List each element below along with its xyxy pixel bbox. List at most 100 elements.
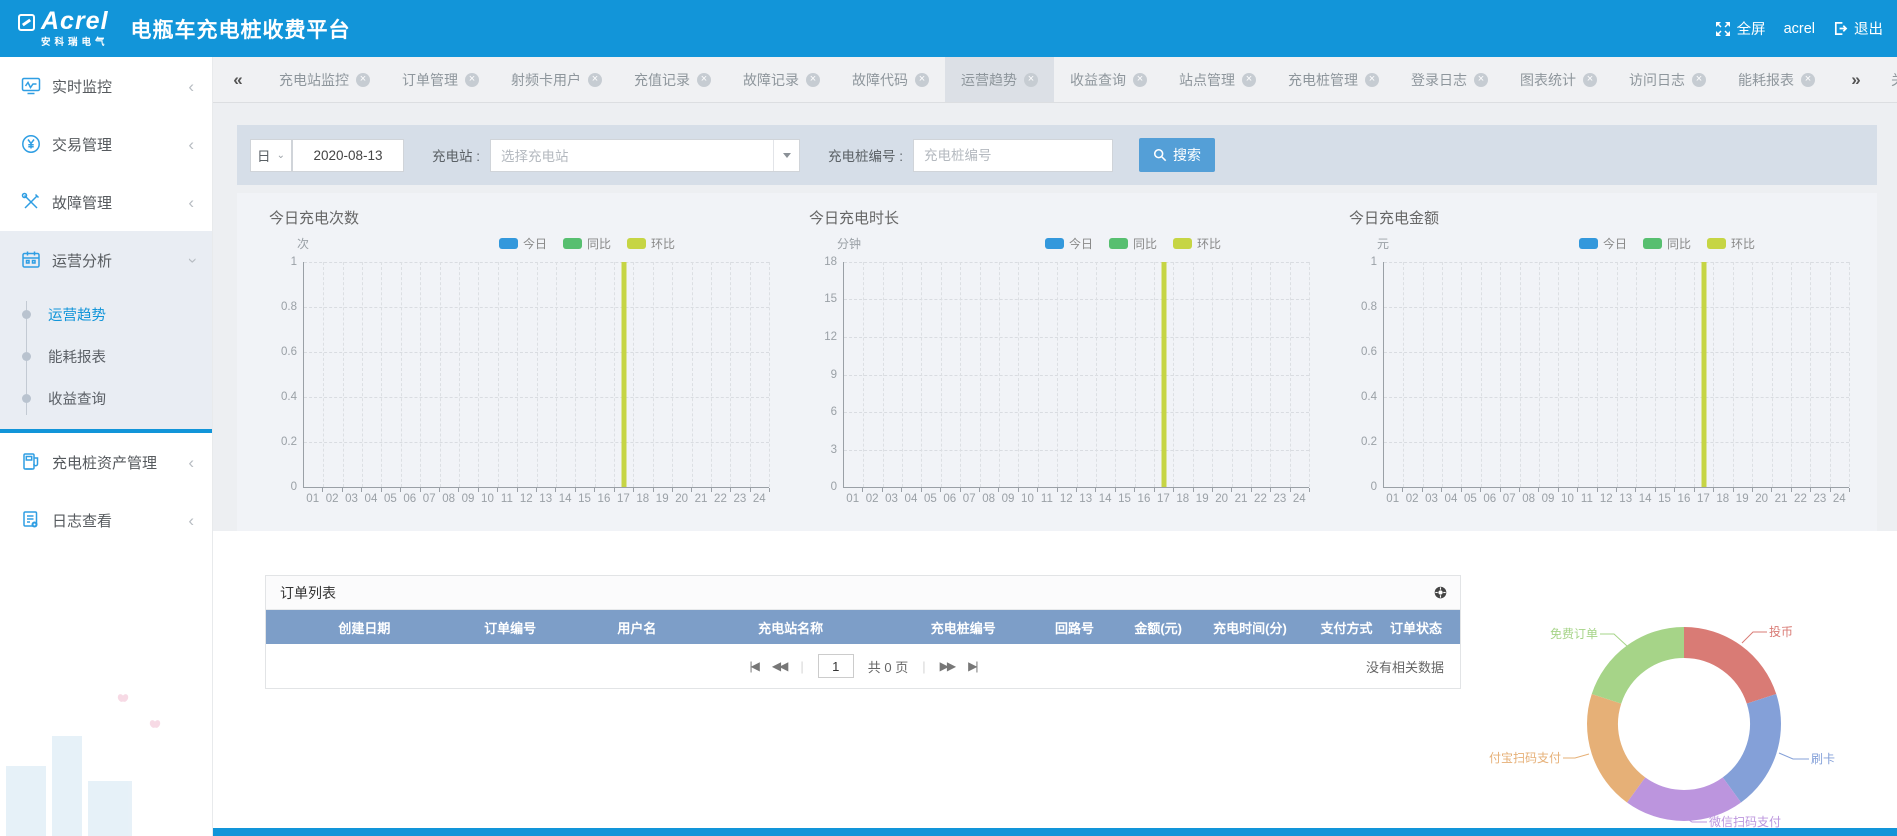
logout-button[interactable]: 退出 [1833,18,1883,39]
prev-page-icon[interactable]: ◀◀ [772,659,786,673]
sidebar-subitem-能耗报表[interactable]: 能耗报表 [0,335,212,377]
log-icon [20,509,42,531]
tab-close-icon[interactable]: × [588,73,602,87]
sidebar-item-交易管理[interactable]: 交易管理 ‹ [0,115,212,173]
chevron-icon: ‹ [188,194,194,211]
orders-title: 订单列表 [280,583,336,603]
tab-故障记录[interactable]: 故障记录× [727,57,836,102]
tab-label: 运营趋势 [961,70,1017,90]
tab-访问日志[interactable]: 访问日志× [1613,57,1722,102]
tab-close-icon[interactable]: × [1801,73,1815,87]
tab-登录日志[interactable]: 登录日志× [1395,57,1504,102]
sidebar-decoration [0,686,212,836]
tab-close-icon[interactable]: × [1242,73,1256,87]
tab-list: 充电站监控×订单管理×射频卡用户×充值记录×故障记录×故障代码×运营趋势×收益查… [263,57,1831,102]
fault-icon [20,191,42,213]
tab-运营趋势[interactable]: 运营趋势 × [945,57,1054,102]
legend-item-环比[interactable]: 环比 [1173,235,1221,252]
tab-站点管理[interactable]: 站点管理× [1163,57,1272,102]
total-pages-label: 共 0 页 [868,657,908,676]
donut-label-刷卡: 刷卡 [1811,752,1835,766]
tab-close-icon[interactable]: × [1474,73,1488,87]
legend-item-同比[interactable]: 同比 [563,235,611,252]
fullscreen-icon [1715,21,1731,37]
donut-segment-微信扫码支付 [1636,790,1732,806]
tab-close-icon[interactable]: × [915,73,929,87]
period-select[interactable]: 日 ⌄ [250,139,292,172]
legend-item-环比[interactable]: 环比 [627,235,675,252]
page-number-input[interactable] [818,654,854,678]
tab-能耗报表[interactable]: 能耗报表× [1722,57,1831,102]
x-axis: 0102030405060708091011121314151617181920… [1383,488,1849,508]
legend-item-今日[interactable]: 今日 [499,235,547,252]
pile-number-input[interactable] [913,139,1113,172]
tab-收益查询[interactable]: 收益查询× [1054,57,1163,102]
logout-label: 退出 [1854,18,1883,39]
sidebar-item-故障管理[interactable]: 故障管理‹ [0,173,212,231]
column-header-用户名: 用户名 [590,618,685,637]
sidebar: 实时监控‹交易管理‹故障管理‹运营分析‹运营趋势能耗报表收益查询充电桩资产管理‹… [0,57,213,836]
legend-item-今日[interactable]: 今日 [1579,235,1627,252]
dropdown-arrow-icon[interactable] [773,140,799,171]
pagination: |◀ ◀◀ | 共 0 页 | ▶▶ ▶| 没有相关数据 [266,644,1460,688]
legend-item-同比[interactable]: 同比 [1643,235,1691,252]
date-input[interactable]: 2020-08-13 [292,139,404,172]
tab-close-icon[interactable]: × [806,73,820,87]
x-axis: 0102030405060708091011121314151617181920… [303,488,769,508]
sidebar-subitem-收益查询[interactable]: 收益查询 [0,377,212,419]
username: acrel [1784,21,1815,37]
tab-图表统计[interactable]: 图表统计× [1504,57,1613,102]
tab-close-icon[interactable]: × [356,73,370,87]
tab-close-icon[interactable]: × [1365,73,1379,87]
charging-pile-icon [20,451,42,473]
username-link[interactable]: acrel [1784,21,1815,37]
tab-close-icon[interactable]: × [1133,73,1147,87]
charts-panel: 今日充电次数次今日同比环比00.20.40.60.810102030405060… [237,193,1877,531]
sidebar-item-label: 交易管理 [52,134,112,155]
plot-area: 00.20.40.60.81 [1383,262,1849,488]
pile-number-label: 充电桩编号 : [828,145,903,165]
tab-充电站监控[interactable]: 充电站监控× [263,57,386,102]
tab-充值记录[interactable]: 充值记录 × [618,57,727,102]
tabs-scroll-right-icon[interactable]: » [1831,70,1881,90]
legend-item-环比[interactable]: 环比 [1707,235,1755,252]
fullscreen-button[interactable]: 全屏 [1715,18,1766,39]
search-button[interactable]: 搜索 [1139,138,1215,172]
column-header-订单编号: 订单编号 [431,618,590,637]
tab-label: 充值记录 [634,70,690,90]
sidebar-item-运营分析[interactable]: 运营分析‹ [0,231,212,289]
column-header-订单状态: 订单状态 [1390,618,1460,637]
tab-射频卡用户[interactable]: 射频卡用户× [495,57,618,102]
donut-label-微信扫码支付: 微信扫码支付 [1709,815,1781,829]
tab-充电桩管理[interactable]: 充电桩管理× [1272,57,1395,102]
first-page-icon[interactable]: |◀ [750,659,758,673]
tabs-scroll-left-icon[interactable]: « [213,57,263,102]
gear-icon[interactable] [1433,585,1448,600]
tab-故障代码[interactable]: 故障代码× [836,57,945,102]
bullet-icon [22,310,31,319]
tab-close-icon[interactable]: × [697,73,711,87]
y-axis-unit: 元 [1377,235,1389,252]
sidebar-item-充电桩资产管理[interactable]: 充电桩资产管理‹ [0,433,212,491]
chevron-icon: ‹ [188,136,194,153]
station-select[interactable]: 选择充电站 [490,139,800,172]
close-operations-menu[interactable]: 关闭操作 [1881,70,1897,90]
sidebar-subitem-运营趋势[interactable]: 运营趋势 [0,293,212,335]
sidebar-item-实时监控[interactable]: 实时监控‹ [0,57,212,115]
tab-close-icon[interactable]: × [1583,73,1597,87]
tab-close-icon[interactable]: × [465,73,479,87]
tab-close-icon[interactable]: × [1692,73,1706,87]
calendar-icon [20,249,42,271]
lower-section: 订单列表 创建日期订单编号用户名充电站名称充电桩编号回路号金额(元)充电时间(分… [213,531,1897,829]
sidebar-item-日志查看[interactable]: 日志查看‹ [0,491,212,549]
tab-订单管理[interactable]: 订单管理× [386,57,495,102]
tab-close-icon[interactable]: × [1024,73,1038,87]
legend-item-今日[interactable]: 今日 [1045,235,1093,252]
chart-今日充电时长: 今日充电时长分钟今日同比环比03691215180102030405060708… [787,207,1327,531]
last-page-icon[interactable]: ▶| [968,659,976,673]
chart-title: 今日充电次数 [269,207,775,228]
next-page-icon[interactable]: ▶▶ [940,659,954,673]
donut-label-付宝扫码支付: 付宝扫码支付 [1489,751,1561,765]
acrel-logo-icon [18,14,35,31]
legend-item-同比[interactable]: 同比 [1109,235,1157,252]
